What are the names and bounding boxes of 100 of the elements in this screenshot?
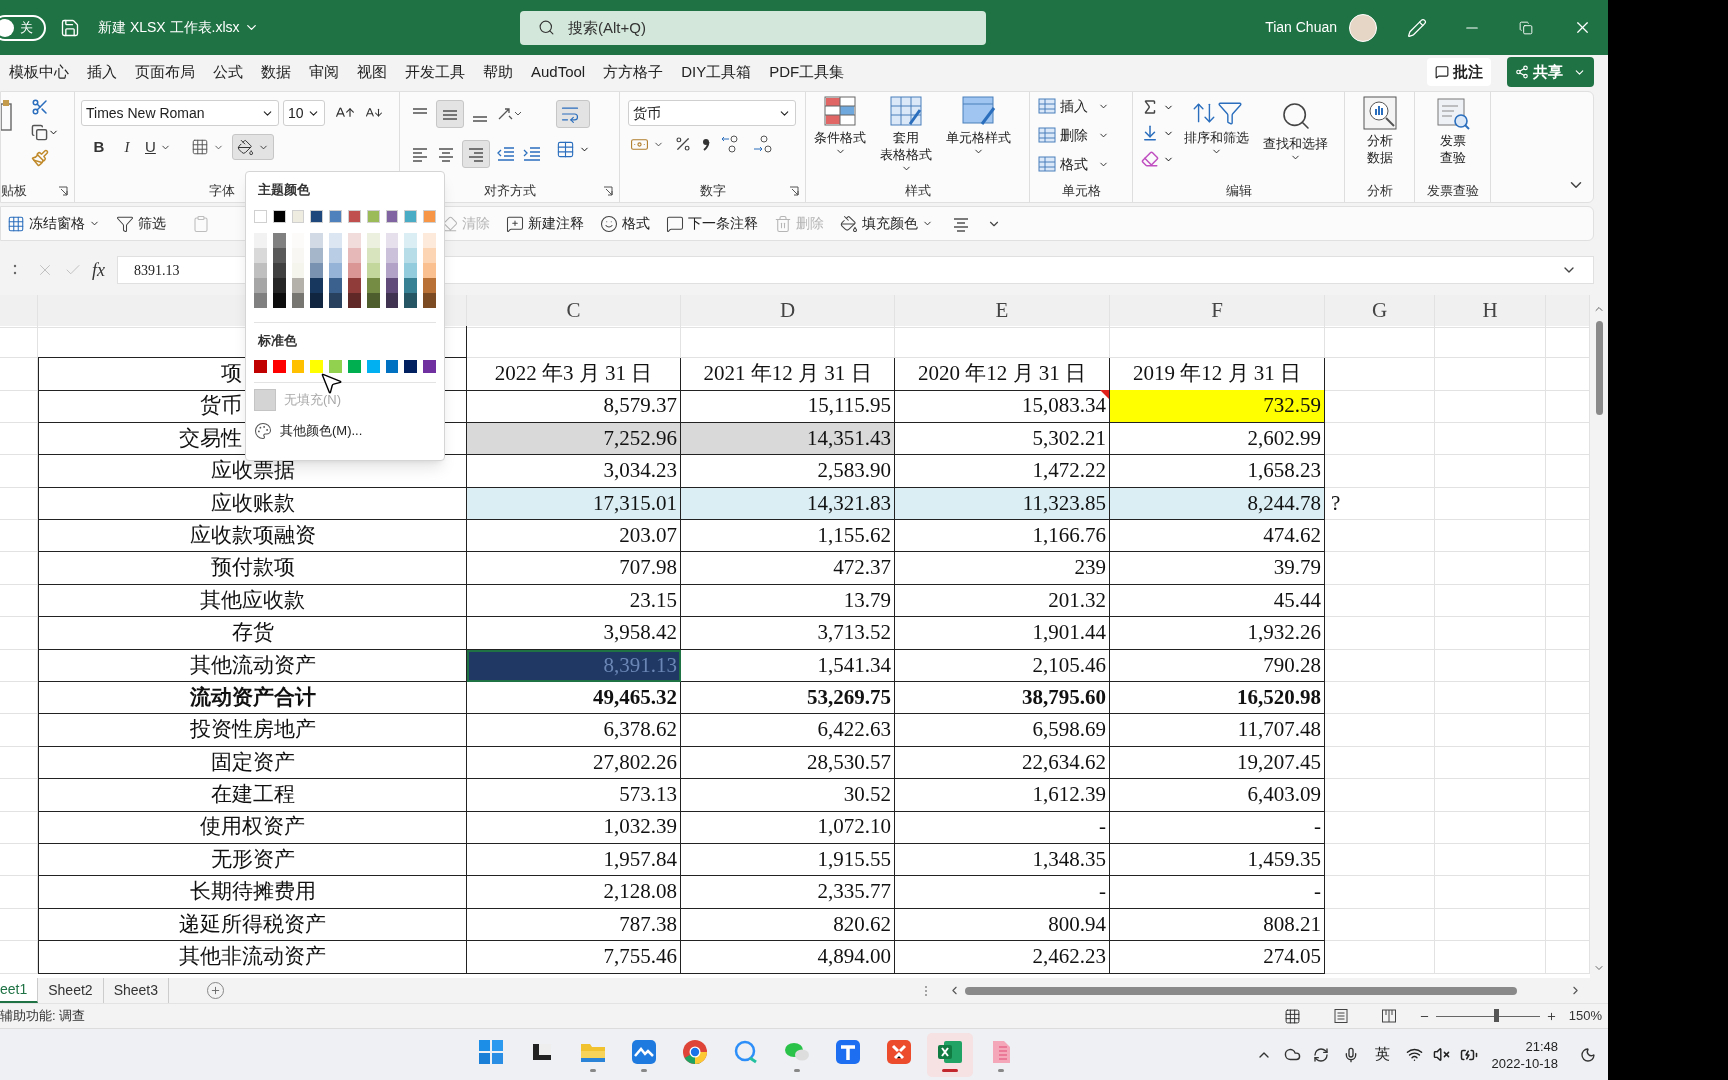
start-icon[interactable]	[477, 1037, 505, 1066]
cells-button[interactable]: 删除	[1038, 123, 1109, 147]
fill-button[interactable]	[1141, 124, 1174, 142]
color-swatch[interactable]	[366, 360, 380, 373]
restore-icon[interactable]	[1519, 20, 1533, 35]
cells-button[interactable]: 格式	[1038, 152, 1109, 176]
column-header[interactable]: H	[1435, 295, 1546, 328]
avatar[interactable]	[1349, 13, 1377, 42]
shade-column[interactable]	[348, 232, 361, 308]
find-select-button[interactable]: 查找和选择	[1259, 96, 1332, 180]
color-swatch[interactable]	[254, 209, 267, 223]
clear-button[interactable]	[1141, 150, 1174, 168]
app-icon[interactable]	[630, 1037, 658, 1066]
wrap-text-button[interactable]	[556, 100, 590, 128]
increase-indent-icon[interactable]	[522, 145, 542, 163]
color-swatch[interactable]	[348, 209, 361, 223]
browser-icon[interactable]	[681, 1037, 709, 1066]
dialog-launcher-icon[interactable]	[58, 186, 68, 196]
decrease-decimal-icon[interactable]	[752, 134, 774, 154]
comma-style-icon[interactable]	[702, 136, 710, 152]
toolbar-button[interactable]: 下一条注释	[662, 209, 762, 238]
wifi-icon[interactable]	[1405, 1046, 1423, 1063]
dialog-launcher-icon[interactable]	[603, 186, 613, 196]
font-name-dropdown[interactable]: Times New Roman	[81, 100, 279, 126]
ribbon-tab[interactable]: 数据	[252, 57, 300, 87]
zoom-thumb[interactable]	[1494, 1009, 1500, 1022]
horizontal-scrollbar-thumb[interactable]	[965, 986, 1517, 995]
color-swatch[interactable]	[272, 360, 286, 373]
number-format-dropdown[interactable]: 货币	[628, 100, 796, 126]
function-label[interactable]: fx	[92, 256, 105, 284]
toolbar-button[interactable]: 新建注释	[502, 209, 588, 238]
color-swatch[interactable]	[366, 209, 380, 223]
share-button[interactable]: 共享	[1507, 57, 1594, 87]
search-field[interactable]: 搜索(Alt+Q)	[520, 10, 986, 45]
page-break-icon[interactable]	[1380, 1008, 1397, 1024]
decrease-indent-icon[interactable]	[496, 145, 516, 163]
clipboard-icon[interactable]	[192, 214, 210, 233]
color-swatch[interactable]	[291, 360, 305, 373]
color-swatch[interactable]	[272, 209, 286, 223]
ribbon-tab[interactable]: 页面布局	[126, 57, 204, 87]
toolbar-button[interactable]: 筛选	[112, 209, 170, 238]
bold-button[interactable]: B	[89, 135, 109, 159]
ribbon-tab[interactable]: AudTool	[522, 57, 595, 87]
color-swatch[interactable]	[310, 360, 324, 373]
shade-column[interactable]	[385, 232, 399, 308]
borders-button[interactable]	[190, 138, 224, 156]
color-swatch[interactable]	[310, 209, 324, 223]
cloud-icon[interactable]	[1283, 1046, 1301, 1063]
drag-handle-icon[interactable]	[12, 263, 18, 277]
accessibility-status[interactable]: 辅助功能: 调查	[0, 1006, 86, 1026]
color-swatch[interactable]	[329, 209, 342, 223]
percent-icon[interactable]	[674, 135, 692, 153]
column-header[interactable]: C	[467, 295, 681, 328]
focus-assist-icon[interactable]	[1580, 1046, 1596, 1063]
underline-button[interactable]: U	[145, 135, 171, 159]
toolbar-button[interactable]: 冻结窗格	[3, 209, 104, 238]
pen-icon[interactable]	[1407, 17, 1427, 38]
volume-muted-icon[interactable]	[1432, 1046, 1450, 1063]
cells-button[interactable]: 插入	[1038, 94, 1109, 118]
color-swatch[interactable]	[385, 360, 399, 373]
merge-button[interactable]	[556, 140, 590, 159]
ribbon-tab[interactable]: 方方格子	[594, 57, 673, 87]
zoom-slider[interactable]	[1435, 1009, 1540, 1023]
format-painter-icon[interactable]	[31, 149, 49, 167]
shade-column[interactable]	[366, 232, 380, 308]
color-swatch[interactable]	[385, 209, 399, 223]
autosave-toggle[interactable]: 关	[0, 14, 46, 41]
save-icon[interactable]	[60, 17, 80, 38]
copy-button[interactable]	[31, 124, 59, 141]
sync-icon[interactable]	[1312, 1046, 1329, 1063]
file-name-button[interactable]: 新建 XLSX 工作表.xlsx	[98, 17, 259, 38]
more-colors-option[interactable]: 其他颜色(M)...	[254, 421, 436, 441]
column-header[interactable]: D	[681, 295, 895, 328]
comments-button[interactable]: 批注	[1427, 58, 1491, 86]
cell-styles-button[interactable]: 单元格样式	[942, 92, 1015, 180]
ribbon-tab[interactable]: 插入	[78, 57, 126, 87]
color-swatch[interactable]	[404, 209, 418, 223]
sort-filter-button[interactable]: 排序和筛选	[1180, 96, 1253, 180]
ribbon-tab[interactable]: DIY工具箱	[672, 57, 761, 87]
zoom-level[interactable]: 150%	[1568, 1006, 1602, 1026]
page-layout-icon[interactable]	[1332, 1008, 1349, 1024]
clock[interactable]: 21:48 2022-10-18	[1491, 1037, 1558, 1072]
ribbon-tab[interactable]: PDF工具集	[760, 57, 854, 87]
ribbon-tab[interactable]: 公式	[204, 57, 252, 87]
cut-icon[interactable]	[31, 98, 49, 116]
zoom-in-icon[interactable]	[1545, 1010, 1557, 1022]
color-swatch[interactable]	[348, 360, 361, 373]
shade-column[interactable]	[423, 232, 436, 308]
shade-column[interactable]	[404, 232, 418, 308]
color-swatch[interactable]	[254, 360, 267, 373]
color-swatch[interactable]	[291, 209, 305, 223]
sheet-tab[interactable]: eet1	[0, 978, 39, 1003]
dialog-launcher-icon[interactable]	[789, 186, 799, 196]
font-size-dropdown[interactable]: 10	[283, 100, 325, 126]
color-swatch[interactable]	[423, 209, 436, 223]
ribbon-tab[interactable]: 开发工具	[396, 57, 474, 87]
toolbar-button[interactable]: 格式	[596, 209, 654, 238]
shade-column[interactable]	[272, 232, 286, 308]
ribbon-tab[interactable]: 视图	[348, 57, 396, 87]
color-swatch[interactable]	[423, 360, 436, 373]
